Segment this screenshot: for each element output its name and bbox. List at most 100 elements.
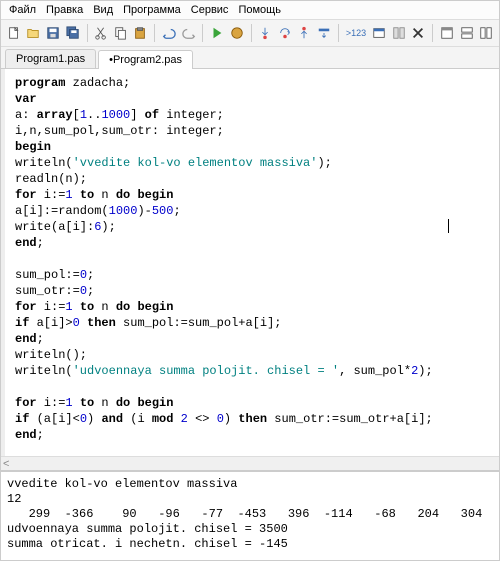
code-text: n (94, 300, 116, 314)
code-text: .. (87, 108, 101, 122)
code-text (80, 316, 87, 330)
menu-help[interactable]: Помощь (238, 4, 281, 16)
undo-button[interactable] (160, 23, 178, 43)
stop-button[interactable] (228, 23, 246, 43)
code-kw: if (15, 316, 29, 330)
code-kw: to (80, 300, 94, 314)
code-editor[interactable]: program zadacha; var a: array[1..1000] o… (1, 69, 499, 456)
code-kw: end (15, 332, 37, 346)
code-text: a[i]> (29, 316, 72, 330)
code-kw: mod (152, 412, 174, 426)
code-kw: then (238, 412, 267, 426)
code-text: n (94, 188, 116, 202)
step-out-button[interactable] (296, 23, 314, 43)
separator (87, 24, 88, 42)
code-text: writeln( (15, 156, 73, 170)
code-text: ; (87, 284, 94, 298)
code-text: , sum_pol* (339, 364, 411, 378)
code-kw: of (145, 108, 159, 122)
cut-button[interactable] (92, 23, 110, 43)
redo-button[interactable] (180, 23, 198, 43)
code-text (73, 396, 80, 410)
new-form-button[interactable] (370, 23, 388, 43)
step-into-button[interactable] (256, 23, 274, 43)
tab-program1[interactable]: Program1.pas (5, 49, 96, 68)
output-panel[interactable]: vvedite kol-vo elementov massiva 12 299 … (1, 470, 499, 560)
code-text: integer; (159, 108, 224, 122)
close-button[interactable] (410, 23, 428, 43)
menu-view[interactable]: Вид (93, 4, 113, 16)
run-button[interactable] (208, 23, 226, 43)
output-line: 12 (7, 492, 21, 506)
code-num: 1 (80, 108, 87, 122)
save-all-button[interactable] (64, 23, 82, 43)
output-line: vvedite kol-vo elementov massiva (7, 477, 237, 491)
toolbar: >123 (1, 20, 499, 47)
code-num: 1000 (109, 204, 138, 218)
code-text: [ (73, 108, 80, 122)
menu-program[interactable]: Программа (123, 4, 181, 16)
code-kw: if (15, 412, 29, 426)
code-text: ; (37, 332, 44, 346)
code-text: sum_otr:=sum_otr+a[i]; (267, 412, 433, 426)
code-text (173, 412, 180, 426)
code-text: writeln(); (15, 348, 87, 362)
tab-program2[interactable]: •Program2.pas (98, 50, 193, 69)
code-text: ; (37, 236, 44, 250)
code-text (73, 300, 80, 314)
new-file-button[interactable] (5, 23, 23, 43)
code-text: (i (123, 412, 152, 426)
code-text: ; (37, 428, 44, 442)
run-to-cursor-button[interactable] (315, 23, 333, 43)
window-2-button[interactable] (458, 23, 476, 43)
code-text: i:= (37, 188, 66, 202)
save-button[interactable] (44, 23, 62, 43)
menu-edit[interactable]: Правка (46, 4, 83, 16)
separator (432, 24, 433, 42)
menu-service[interactable]: Сервис (191, 4, 229, 16)
code-kw: to (80, 396, 94, 410)
menu-file[interactable]: Файл (9, 4, 36, 16)
code-text: sum_pol:=sum_pol+a[i]; (116, 316, 282, 330)
separator (338, 24, 339, 42)
code-kw: and (101, 412, 123, 426)
code-text: (a[i]< (29, 412, 79, 426)
code-num: 0 (80, 268, 87, 282)
scroll-left-icon: < (3, 458, 9, 470)
window-1-button[interactable] (438, 23, 456, 43)
open-file-button[interactable] (25, 23, 43, 43)
horizontal-scrollbar[interactable]: < (1, 456, 499, 470)
code-text: ); (101, 220, 115, 234)
code-text: i:= (37, 300, 66, 314)
code-num: 1000 (101, 108, 130, 122)
paste-button[interactable] (132, 23, 150, 43)
copy-button[interactable] (112, 23, 130, 43)
code-text: a[i]:=random( (15, 204, 109, 218)
menu-bar: Файл Правка Вид Программа Сервис Помощь (1, 1, 499, 20)
separator (154, 24, 155, 42)
code-text: sum_otr:= (15, 284, 80, 298)
editor-tabs: Program1.pas •Program2.pas (1, 47, 499, 69)
code-kw: do begin (116, 396, 174, 410)
code-kw: end (15, 236, 37, 250)
code-str: 'udvoennaya summa polojit. chisel = ' (73, 364, 339, 378)
code-text: sum_pol:= (15, 268, 80, 282)
code-num: 0 (80, 284, 87, 298)
code-kw: for (15, 188, 37, 202)
view-switch-button[interactable] (390, 23, 408, 43)
code-text: i,n,sum_pol,sum_otr: integer; (15, 124, 224, 138)
text-caret (448, 219, 449, 233)
code-text: ); (317, 156, 331, 170)
code-kw: for (15, 300, 37, 314)
code-num: 500 (152, 204, 174, 218)
code-text: <> (188, 412, 217, 426)
expr-button[interactable]: >123 (344, 23, 369, 43)
code-text: zadacha; (65, 76, 130, 90)
output-line: summa otricat. i nechetn. chisel = -145 (7, 537, 288, 551)
window-3-button[interactable] (477, 23, 495, 43)
code-num: 1 (65, 300, 72, 314)
code-text: ; (87, 268, 94, 282)
step-over-button[interactable] (276, 23, 294, 43)
code-text: )- (137, 204, 151, 218)
code-num: 2 (181, 412, 188, 426)
